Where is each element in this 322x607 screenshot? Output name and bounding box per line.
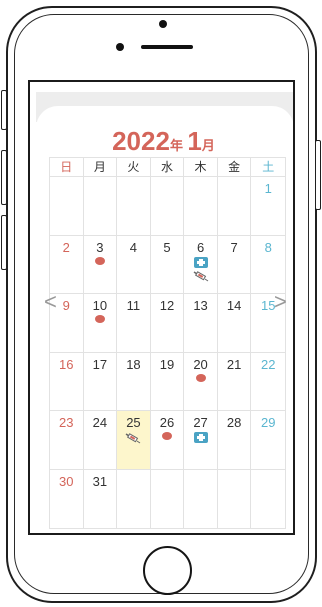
power-button bbox=[315, 140, 321, 210]
weekday-fri: 金 bbox=[218, 158, 252, 177]
day-cell[interactable] bbox=[184, 177, 218, 236]
day-cell[interactable] bbox=[251, 470, 285, 529]
day-cell[interactable]: 8 bbox=[251, 236, 285, 294]
calendar-grid: 1 2 3 4 5 6 7 8 9 10 11 12 13 14 15 16 1… bbox=[49, 176, 286, 529]
day-cell[interactable]: 1 bbox=[251, 177, 285, 236]
prev-month-arrow-icon[interactable]: < bbox=[44, 291, 57, 313]
today-cell[interactable]: 25 bbox=[117, 411, 151, 470]
speaker bbox=[141, 45, 193, 49]
day-cell[interactable]: 31 bbox=[84, 469, 118, 528]
weekday-sat: 土 bbox=[262, 160, 275, 174]
day-cell[interactable] bbox=[184, 469, 218, 528]
day-cell[interactable]: 24 bbox=[83, 411, 118, 470]
syringe-icon bbox=[193, 270, 208, 281]
day-cell[interactable]: 11 bbox=[117, 294, 151, 353]
day-cell[interactable]: 23 bbox=[50, 411, 84, 470]
title-month: 1 bbox=[187, 126, 202, 156]
weekday-tue: 火 bbox=[117, 158, 151, 177]
day-cell[interactable]: 16 bbox=[50, 352, 84, 411]
screen: 2022年 1月 日 月 火 水 木 金 土 1 2 3 4 5 6 7 8 9… bbox=[28, 80, 295, 535]
day-cell[interactable]: 17 bbox=[83, 352, 118, 411]
day-cell[interactable] bbox=[83, 177, 118, 236]
day-cell[interactable]: 3 bbox=[83, 235, 118, 294]
title-year: 2022 bbox=[112, 126, 170, 156]
title-month-suffix: 月 bbox=[201, 138, 215, 153]
event-dot-icon bbox=[94, 315, 105, 323]
day-cell[interactable]: 30 bbox=[50, 469, 84, 528]
day-cell[interactable]: 7 bbox=[217, 235, 252, 294]
day-cell[interactable]: 2 bbox=[50, 235, 84, 294]
weekday-mon: 月 bbox=[84, 158, 118, 177]
syringe-icon bbox=[126, 433, 141, 444]
day-cell[interactable] bbox=[150, 177, 185, 236]
day-cell[interactable] bbox=[50, 177, 84, 236]
day-cell[interactable]: 18 bbox=[117, 352, 151, 411]
day-cell[interactable]: 20 bbox=[184, 352, 218, 411]
next-month-arrow-icon[interactable]: > bbox=[274, 291, 287, 313]
month-title: 2022年 1月 bbox=[30, 126, 293, 157]
sensor bbox=[116, 43, 124, 51]
mute-switch bbox=[1, 90, 7, 130]
title-year-suffix: 年 bbox=[169, 138, 183, 153]
day-cell[interactable]: 26 bbox=[150, 411, 185, 470]
weekday-thu: 木 bbox=[184, 158, 218, 177]
day-cell[interactable] bbox=[217, 177, 252, 236]
weekday-sun: 日 bbox=[50, 158, 84, 177]
day-cell[interactable]: 19 bbox=[150, 352, 185, 411]
day-cell[interactable]: 5 bbox=[150, 235, 185, 294]
event-dot-icon bbox=[94, 256, 105, 265]
day-cell[interactable]: 10 bbox=[83, 294, 118, 353]
volume-down-button bbox=[1, 215, 7, 270]
volume-up-button bbox=[1, 150, 7, 205]
day-cell[interactable]: 28 bbox=[217, 411, 252, 470]
day-cell[interactable]: 13 bbox=[184, 294, 218, 353]
day-cell[interactable]: 14 bbox=[217, 294, 252, 353]
event-dot-icon bbox=[195, 373, 206, 382]
day-cell[interactable] bbox=[218, 469, 252, 528]
day-cell[interactable] bbox=[151, 469, 185, 528]
camera bbox=[159, 20, 167, 28]
medical-kit-icon bbox=[193, 256, 208, 268]
day-cell[interactable]: 29 bbox=[251, 411, 285, 470]
day-cell[interactable]: 12 bbox=[150, 294, 185, 353]
day-cell[interactable]: 22 bbox=[251, 353, 285, 411]
day-cell[interactable] bbox=[117, 177, 151, 236]
weekday-wed: 水 bbox=[151, 158, 185, 177]
event-dot-icon bbox=[161, 432, 172, 440]
home-button[interactable] bbox=[143, 546, 192, 595]
day-cell[interactable]: 4 bbox=[117, 235, 151, 294]
medical-kit-icon bbox=[193, 432, 208, 443]
day-cell[interactable]: 27 bbox=[184, 411, 218, 470]
day-cell[interactable] bbox=[117, 469, 151, 528]
day-cell[interactable]: 21 bbox=[217, 352, 252, 411]
day-cell[interactable]: 6 bbox=[184, 235, 218, 294]
weekday-header: 日 月 火 水 木 金 土 bbox=[49, 157, 286, 177]
